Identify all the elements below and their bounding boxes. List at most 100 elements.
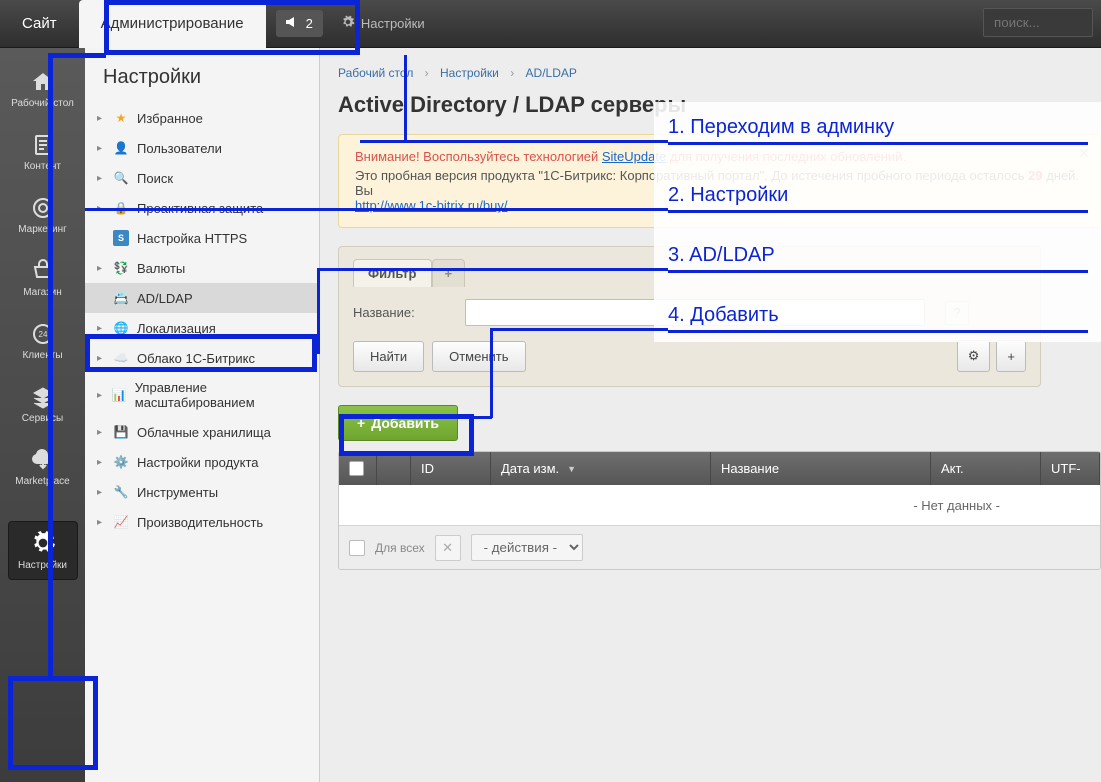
sidebar-item-cloud[interactable]: ▸☁️Облако 1С-Битрикс — [85, 343, 319, 373]
topbar: Сайт Администрирование 2 Настройки — [0, 0, 1101, 48]
svg-text:24: 24 — [38, 330, 47, 339]
grid-header: ID Дата изм. Название Акт. UTF- — [339, 452, 1100, 485]
topbar-settings-label: Настройки — [361, 16, 425, 31]
sidebar-item-label: Валюты — [137, 261, 185, 276]
rail-label: Маркетинг — [18, 224, 67, 235]
actions-select[interactable]: - действия - — [471, 534, 583, 561]
rail-shop[interactable]: Магазин — [8, 251, 78, 306]
rail-label: Сервисы — [22, 413, 63, 424]
sidebar-item-label: Локализация — [137, 321, 216, 336]
alert-text: Внимание! Воспользуйтесь технологией — [355, 149, 602, 164]
sidebar-item-currency[interactable]: ▸💱Валюты — [85, 253, 319, 283]
sidebar-item-tools[interactable]: ▸🔧Инструменты — [85, 477, 319, 507]
rail-services[interactable]: Сервисы — [8, 377, 78, 432]
sidebar-item-https[interactable]: SНастройка HTTPS — [85, 223, 319, 253]
annotation-connector — [317, 268, 668, 271]
cancel-button[interactable]: Отменить — [432, 341, 525, 372]
sidebar-item-label: Настройки продукта — [137, 455, 259, 470]
annotation-connector — [474, 416, 492, 419]
add-button[interactable]: + Добавить — [338, 405, 458, 441]
sidebar-item-label: Избранное — [137, 111, 203, 126]
search-input[interactable] — [983, 8, 1093, 37]
topbar-settings[interactable]: Настройки — [341, 15, 425, 32]
clear-button[interactable]: ✕ — [435, 535, 461, 561]
chevron-right-icon: › — [425, 66, 429, 80]
col-active[interactable]: Акт. — [931, 452, 1041, 485]
sidebar-heading: Настройки — [85, 48, 319, 103]
rail-desktop[interactable]: Рабочий стол — [8, 62, 78, 117]
sidebar-item-label: Поиск — [137, 171, 173, 186]
sidebar-item-favorites[interactable]: ▸★Избранное — [85, 103, 319, 133]
filter-add-tab[interactable]: + — [432, 259, 466, 287]
sidebar-item-label: Настройка HTTPS — [137, 231, 247, 246]
add-button-label: Добавить — [371, 415, 439, 431]
tab-site[interactable]: Сайт — [0, 0, 79, 48]
find-button[interactable]: Найти — [353, 341, 424, 372]
rail-content[interactable]: Контент — [8, 125, 78, 180]
rail-marketing[interactable]: Маркетинг — [8, 188, 78, 243]
annotation-3: 3. AD/LDAP — [668, 244, 1088, 273]
no-data-text: - Нет данных - — [913, 498, 1000, 513]
rail-label: Marketplace — [15, 476, 69, 487]
annotation-connector — [48, 53, 106, 58]
sidebar-item-label: AD/LDAP — [137, 291, 193, 306]
sidebar-item-perf[interactable]: ▸📈Производительность — [85, 507, 319, 537]
for-all-label: Для всех — [375, 541, 425, 555]
sidebar-item-label: Производительность — [137, 515, 263, 530]
rail-settings[interactable]: Настройки — [8, 521, 78, 580]
annotation-connector — [85, 208, 668, 211]
filter-add-button[interactable]: + — [996, 340, 1026, 372]
sidebar-item-locale[interactable]: ▸🌐Локализация — [85, 313, 319, 343]
filter-tab[interactable]: Фильтр — [353, 259, 432, 287]
notifications-indicator[interactable]: 2 — [276, 10, 323, 37]
gear-icon: ⚙ — [968, 348, 980, 363]
left-rail: Рабочий стол Контент Маркетинг Магазин 2… — [0, 48, 85, 782]
chevron-right-icon: › — [510, 66, 514, 80]
annotation-connector — [48, 55, 53, 676]
select-all-checkbox[interactable] — [349, 540, 365, 556]
sidebar-item-label: Инструменты — [137, 485, 218, 500]
breadcrumb-desktop[interactable]: Рабочий стол — [338, 66, 413, 80]
annotation-connector — [404, 55, 407, 141]
grid-body: - Нет данных - — [339, 485, 1100, 525]
rail-label: Контент — [24, 161, 61, 172]
annotation-connector — [490, 328, 493, 418]
sidebar-item-label: Облачные хранилища — [137, 425, 271, 440]
tab-admin[interactable]: Администрирование — [79, 0, 266, 48]
topbar-search — [983, 0, 1101, 48]
col-date[interactable]: Дата изм. — [491, 452, 711, 485]
gear-icon — [341, 15, 355, 32]
sidebar: Настройки ▸★Избранное ▸👤Пользователи ▸🔍П… — [85, 48, 320, 782]
rail-clients[interactable]: 24 Клиенты — [8, 314, 78, 369]
rail-marketplace[interactable]: Marketplace — [8, 440, 78, 495]
col-checkbox[interactable] — [339, 452, 377, 485]
sidebar-item-search[interactable]: ▸🔍Поиск — [85, 163, 319, 193]
megaphone-icon — [286, 16, 300, 31]
rail-label: Рабочий стол — [11, 98, 74, 109]
col-id[interactable]: ID — [411, 452, 491, 485]
col-utf[interactable]: UTF- — [1041, 452, 1100, 485]
breadcrumb: Рабочий стол › Настройки › AD/LDAP — [338, 66, 1101, 80]
close-icon: ✕ — [442, 540, 453, 556]
rail-label: Настройки — [18, 560, 67, 571]
col-name[interactable]: Название — [711, 452, 931, 485]
plus-icon: + — [1007, 349, 1015, 364]
annotation-connector — [317, 268, 320, 354]
filter-settings-button[interactable]: ⚙ — [957, 340, 991, 372]
rail-label: Магазин — [23, 287, 62, 298]
plus-icon: + — [357, 415, 365, 431]
sidebar-item-users[interactable]: ▸👤Пользователи — [85, 133, 319, 163]
annotation-2: 2. Настройки — [668, 184, 1088, 213]
breadcrumb-settings[interactable]: Настройки — [440, 66, 499, 80]
sidebar-item-product[interactable]: ▸⚙️Настройки продукта — [85, 447, 319, 477]
rail-label: Клиенты — [22, 350, 62, 361]
sidebar-item-storage[interactable]: ▸💾Облачные хранилища — [85, 417, 319, 447]
sidebar-item-adldap[interactable]: 📇AD/LDAP — [85, 283, 319, 313]
grid-footer: Для всех ✕ - действия - — [339, 525, 1100, 569]
sidebar-item-scaling[interactable]: ▸📊Управление масштабированием — [85, 373, 319, 417]
breadcrumb-adldap[interactable]: AD/LDAP — [526, 66, 577, 80]
sidebar-item-label: Управление масштабированием — [135, 380, 307, 410]
data-grid: ID Дата изм. Название Акт. UTF- - Нет да… — [338, 451, 1101, 570]
sidebar-item-label: Облако 1С-Битрикс — [137, 351, 255, 366]
sidebar-tree: ▸★Избранное ▸👤Пользователи ▸🔍Поиск ▸🔒Про… — [85, 103, 319, 537]
